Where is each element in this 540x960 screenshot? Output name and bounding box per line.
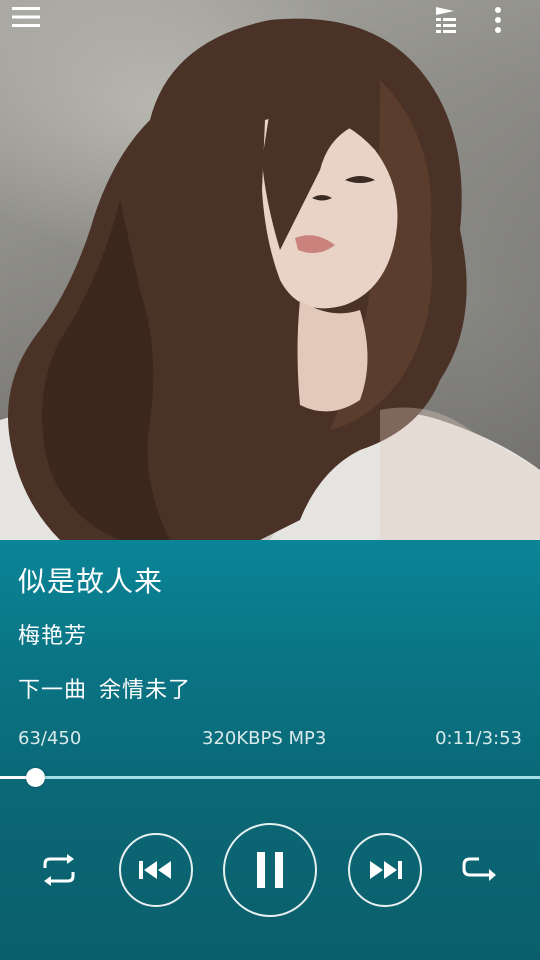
top-bar [0, 0, 540, 52]
next-song-title: 余情未了 [99, 678, 192, 703]
progress-thumb[interactable] [26, 768, 45, 787]
now-playing-panel: 似是故人来 梅艳芳 下一曲 余情未了 63/450 320KBPS MP3 0:1… [0, 540, 540, 960]
play-order-button[interactable] [452, 848, 506, 892]
playback-controls [0, 818, 540, 928]
more-options-button[interactable] [494, 6, 534, 46]
play-pause-button[interactable] [223, 823, 317, 917]
skip-next-icon [370, 861, 402, 879]
skip-previous-icon [139, 861, 171, 879]
menu-button[interactable] [12, 6, 56, 46]
play-order-icon [462, 857, 496, 881]
album-art [0, 0, 540, 540]
artist-name: 梅艳芳 [18, 624, 88, 649]
track-meta-row: 63/450 320KBPS MP3 0:11/3:53 [18, 728, 522, 752]
repeat-button[interactable] [32, 848, 86, 892]
music-player-screen: 似是故人来 梅艳芳 下一曲 余情未了 63/450 320KBPS MP3 0:1… [0, 0, 540, 960]
pause-icon [257, 852, 283, 888]
hamburger-menu-icon [12, 7, 40, 27]
next-track-button[interactable] [348, 833, 422, 907]
progress-track [0, 776, 540, 779]
next-song-label: 下一曲 [18, 678, 88, 703]
song-title: 似是故人来 [18, 565, 164, 598]
playback-time: 0:11/3:53 [435, 728, 522, 749]
more-vertical-icon [495, 7, 501, 33]
playlist-queue-icon [436, 7, 456, 33]
bitrate-format: 320KBPS MP3 [202, 728, 327, 749]
progress-slider[interactable] [0, 768, 540, 788]
album-art-illustration [0, 18, 540, 540]
repeat-icon [43, 854, 75, 886]
next-song-line: 下一曲 余情未了 [18, 672, 191, 704]
previous-track-button[interactable] [119, 833, 193, 907]
track-position: 63/450 [18, 728, 82, 749]
queue-button[interactable] [434, 6, 478, 46]
